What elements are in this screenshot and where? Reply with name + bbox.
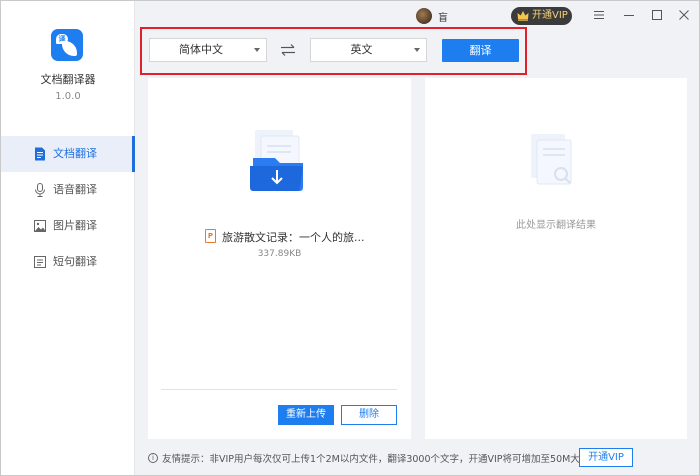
source-panel: P 旅游散文记录：一个人的旅... 337.89KB 重新上传 删除 — [148, 78, 411, 439]
footer-vip-button[interactable]: 开通VIP — [579, 448, 633, 467]
chevron-down-icon — [414, 48, 420, 52]
vip-badge-label: 开通VIP — [532, 10, 568, 21]
crown-icon — [517, 11, 529, 21]
file-size: 337.89KB — [257, 249, 302, 259]
sidebar-item-label: 文档翻译 — [53, 147, 97, 160]
app-version: 1.0.0 — [55, 91, 81, 102]
reupload-button[interactable]: 重新上传 — [278, 405, 334, 425]
target-language-select[interactable]: 英文 — [310, 38, 427, 62]
sidebar-item-image-translate[interactable]: 图片翻译 — [1, 208, 135, 244]
file-name: 旅游散文记录：一个人的旅... — [222, 231, 365, 244]
menu-icon[interactable] — [591, 7, 607, 23]
sidebar-item-voice-translate[interactable]: 语音翻译 — [1, 172, 135, 208]
avatar[interactable] — [416, 8, 432, 24]
translate-button[interactable]: 翻译 — [442, 39, 519, 62]
footer-notice: 友情提示：非VIP用户每次仅可上传1个2M以内文件，翻译3000个文字，开通VI… — [162, 454, 599, 465]
minimize-icon[interactable] — [621, 7, 637, 23]
divider — [161, 389, 397, 390]
app-window: 译 文档翻译器 1.0.0 文档翻译 语音翻译 图片翻译 短句翻译 盲 开通VI… — [0, 0, 700, 476]
sidebar-item-sentence-translate[interactable]: 短句翻译 — [1, 244, 135, 280]
sidebar-item-label: 语音翻译 — [53, 183, 97, 196]
target-language-value: 英文 — [350, 43, 373, 56]
ppt-file-icon: P — [205, 229, 216, 243]
source-language-select[interactable]: 简体中文 — [149, 38, 267, 62]
microphone-icon — [35, 183, 45, 197]
result-placeholder: 此处显示翻译结果 — [516, 220, 596, 231]
chevron-down-icon — [254, 48, 260, 52]
document-icon — [35, 147, 45, 161]
maximize-icon[interactable] — [649, 7, 665, 23]
sidebar-nav: 文档翻译 语音翻译 图片翻译 短句翻译 — [1, 136, 135, 280]
app-name: 文档翻译器 — [40, 73, 96, 86]
app-logo-icon: 译 — [51, 29, 83, 61]
info-icon: i — [148, 453, 158, 463]
sidebar-item-label: 图片翻译 — [53, 219, 97, 232]
close-icon[interactable] — [676, 7, 692, 23]
upload-file-icon — [250, 130, 303, 191]
swap-languages-icon[interactable] — [280, 43, 296, 57]
sidebar: 译 文档翻译器 1.0.0 文档翻译 语音翻译 图片翻译 短句翻译 — [1, 1, 135, 475]
image-icon — [34, 220, 46, 232]
result-document-icon — [531, 134, 572, 185]
sidebar-item-document-translate[interactable]: 文档翻译 — [1, 136, 135, 172]
sidebar-item-label: 短句翻译 — [53, 255, 97, 268]
delete-button[interactable]: 删除 — [341, 405, 397, 425]
result-panel: 此处显示翻译结果 — [425, 78, 687, 439]
source-language-value: 简体中文 — [179, 43, 223, 56]
username[interactable]: 盲 — [438, 9, 448, 24]
sentence-icon — [34, 256, 46, 268]
vip-badge-button[interactable]: 开通VIP — [511, 7, 572, 25]
